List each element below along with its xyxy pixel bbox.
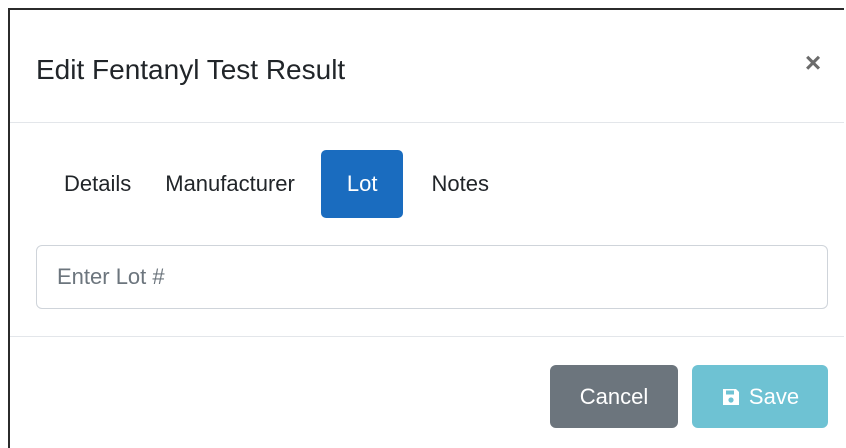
- close-button[interactable]: ×: [800, 49, 826, 77]
- tab-manufacturer[interactable]: Manufacturer: [161, 150, 321, 218]
- tab-bar: Details Manufacturer Lot Notes: [46, 150, 507, 218]
- floppy-disk-icon: [722, 388, 739, 405]
- tab-notes[interactable]: Notes: [407, 150, 506, 218]
- tab-details[interactable]: Details: [46, 150, 161, 218]
- dialog-title: Edit Fentanyl Test Result: [36, 54, 346, 85]
- lot-number-input[interactable]: [36, 245, 828, 309]
- cancel-button[interactable]: Cancel: [550, 365, 678, 428]
- dialog-header: Edit Fentanyl Test Result ×: [10, 10, 844, 123]
- footer-divider: [10, 336, 844, 337]
- save-button[interactable]: Save: [692, 365, 828, 428]
- edit-dialog: Edit Fentanyl Test Result × Details Manu…: [8, 8, 844, 448]
- save-button-label: Save: [748, 384, 800, 409]
- tab-lot[interactable]: Lot: [320, 150, 404, 218]
